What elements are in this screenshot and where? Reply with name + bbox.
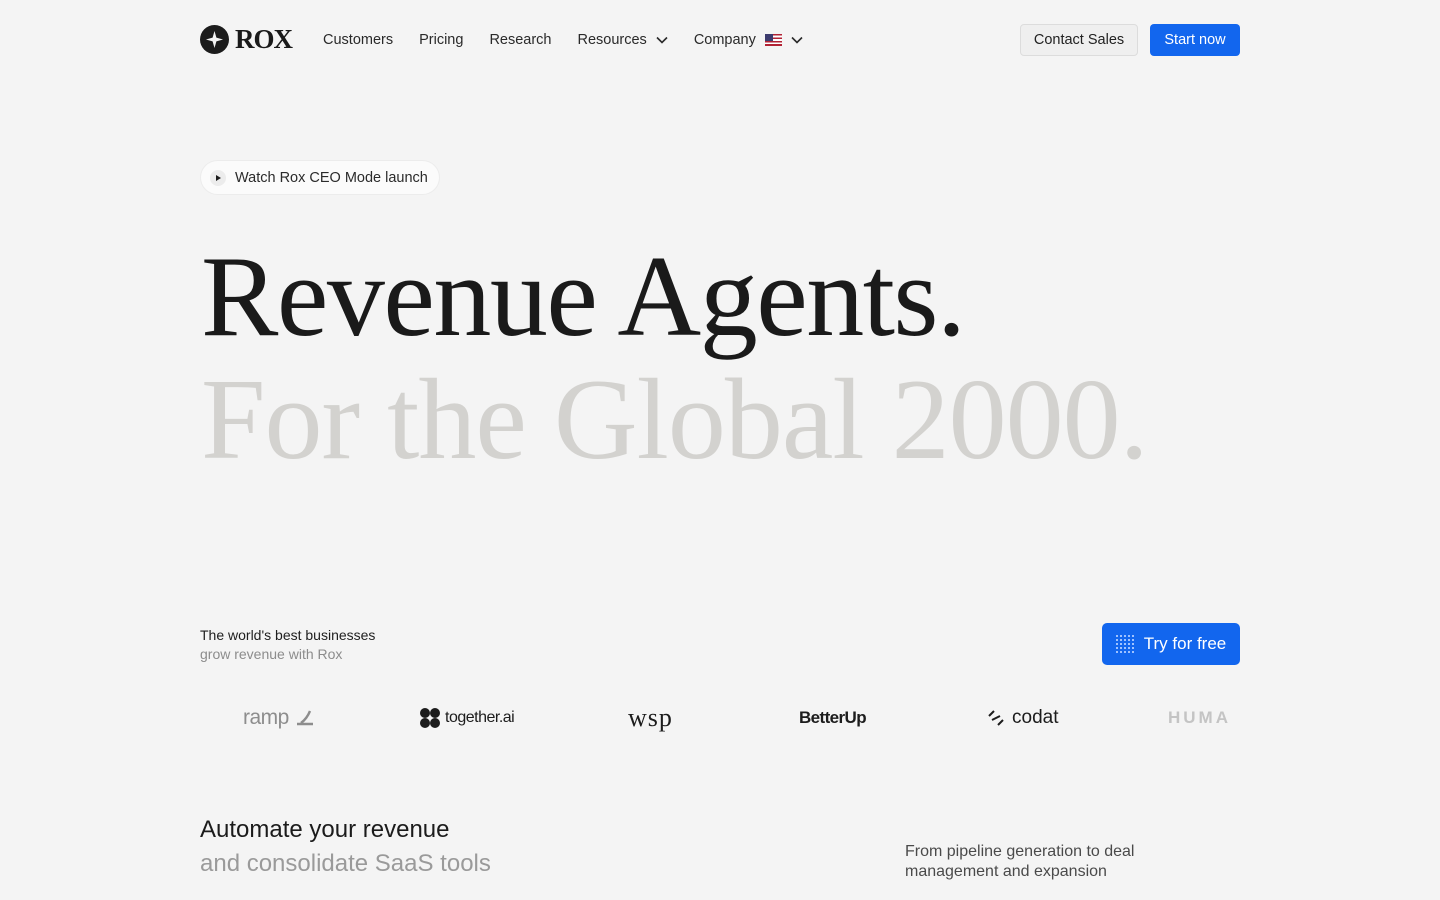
- customer-logos: ramp together.ai wsp BetterUp codat HUMA: [200, 700, 1240, 736]
- nav-resources-label: Resources: [577, 32, 647, 48]
- chevron-down-icon: [656, 36, 668, 44]
- nav-pricing[interactable]: Pricing: [419, 32, 463, 48]
- dots-grid-icon: [1115, 635, 1134, 653]
- hero-headline: Revenue Agents.: [201, 233, 966, 361]
- pill-label: Watch Rox CEO Mode launch: [235, 169, 428, 186]
- logo-together-text: together.ai: [445, 709, 515, 726]
- chevron-down-icon: [791, 36, 803, 44]
- logo-huma: HUMA: [1168, 700, 1231, 736]
- automate-subheading: and consolidate SaaS tools: [200, 850, 491, 877]
- ramp-wing-icon: [295, 710, 315, 726]
- logo-ramp: ramp: [243, 700, 315, 736]
- trust-line-1: The world's best businesses: [200, 627, 376, 643]
- pipeline-description: From pipeline generation to deal managem…: [905, 843, 1135, 880]
- logo-text: ROX: [235, 24, 293, 54]
- start-now-button[interactable]: Start now: [1150, 24, 1240, 56]
- logo-huma-text: HUMA: [1168, 708, 1231, 727]
- try-for-free-label: Try for free: [1143, 634, 1227, 653]
- play-icon: [210, 169, 226, 186]
- nav-company[interactable]: Company: [694, 32, 803, 48]
- logo-ramp-text: ramp: [243, 706, 289, 729]
- automate-heading: Automate your revenue: [200, 816, 450, 843]
- contact-sales-button[interactable]: Contact Sales: [1020, 24, 1138, 56]
- watch-launch-pill[interactable]: Watch Rox CEO Mode launch: [201, 161, 439, 194]
- logo-betterup: BetterUp: [799, 700, 867, 736]
- hero-subheadline: For the Global 2000.: [201, 356, 1149, 484]
- rox-logo-icon: [200, 25, 229, 54]
- logo-codat: codat: [986, 700, 1058, 736]
- codat-arrows-icon: [986, 708, 1006, 728]
- logo-together-ai: together.ai: [419, 700, 515, 736]
- nav-company-label: Company: [693, 32, 756, 48]
- nav-pricing-label: Pricing: [419, 32, 464, 48]
- us-flag-icon: [764, 34, 782, 46]
- logo-betterup-text: BetterUp: [799, 708, 867, 727]
- main-nav: Customers Pricing Research Resources Com…: [323, 30, 829, 50]
- nav-resources[interactable]: Resources: [578, 32, 668, 48]
- logo-wsp: wsp: [628, 700, 673, 736]
- nav-research[interactable]: Research: [489, 32, 551, 48]
- nav-customers-label: Customers: [323, 32, 394, 48]
- try-for-free-button[interactable]: Try for free: [1102, 623, 1240, 665]
- nav-research-label: Research: [489, 32, 552, 48]
- trust-line-2: grow revenue with Rox: [200, 646, 343, 662]
- nav-customers[interactable]: Customers: [323, 32, 393, 48]
- logo-codat-text: codat: [1012, 707, 1059, 728]
- logo-wsp-text: wsp: [628, 703, 673, 732]
- rox-logo[interactable]: ROX: [200, 24, 293, 54]
- together-logo-icon: [419, 707, 441, 729]
